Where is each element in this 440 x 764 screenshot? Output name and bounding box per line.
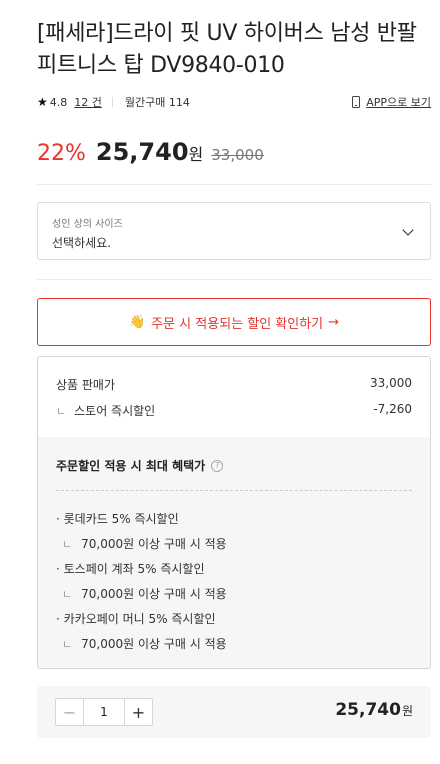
max-benefit-title: 주문할인 적용 시 최대 혜택가 ? bbox=[56, 457, 224, 474]
original-price: 33,000 bbox=[211, 146, 264, 164]
meta-divider bbox=[111, 97, 113, 107]
benefit-item-condition: ㄴ 70,000원 이상 구매 시 적용 bbox=[56, 532, 412, 557]
sale-price-label: 상품 판매가 bbox=[56, 378, 116, 392]
sub-item-corner-icon: ㄴ bbox=[62, 538, 73, 551]
dashed-divider bbox=[56, 490, 412, 491]
size-select[interactable]: 성인 상의 사이즈 선택하세요. bbox=[37, 202, 431, 260]
quantity-value[interactable]: 1 bbox=[84, 699, 124, 725]
star-icon: ★ bbox=[37, 95, 48, 109]
size-select-value: 선택하세요. bbox=[52, 236, 112, 250]
quantity-bar: − 1 + 25,740 원 bbox=[37, 686, 431, 738]
store-discount-row: ㄴ 스토어 즉시할인 -7,260 bbox=[56, 402, 412, 419]
divider bbox=[37, 184, 431, 185]
increase-quantity-button[interactable]: + bbox=[124, 699, 152, 725]
check-discount-button[interactable]: 👋 주문 시 적용되는 할인 확인하기 → bbox=[37, 298, 431, 346]
chevron-down-icon bbox=[402, 224, 414, 236]
sale-price-row: 상품 판매가 33,000 bbox=[56, 376, 412, 393]
total-unit: 원 bbox=[401, 704, 413, 718]
store-discount-value: -7,260 bbox=[373, 402, 412, 416]
store-discount-label: 스토어 즉시할인 bbox=[74, 404, 156, 418]
price-row: 22% 25,740 원 33,000 bbox=[37, 138, 264, 166]
sale-price-value: 33,000 bbox=[370, 376, 412, 390]
price-unit: 원 bbox=[188, 145, 204, 164]
benefit-panel: 상품 판매가 33,000 ㄴ 스토어 즉시할인 -7,260 주문할인 적용 … bbox=[37, 356, 431, 669]
sub-item-corner-icon: ㄴ bbox=[56, 404, 67, 418]
total-amount: 25,740 bbox=[335, 700, 401, 720]
benefit-item-title: · 토스페이 계좌 5% 즉시할인 bbox=[56, 562, 205, 576]
divider bbox=[37, 279, 431, 280]
benefit-item-title: · 롯데카드 5% 즉시할인 bbox=[56, 512, 179, 526]
app-view-link[interactable]: APP으로 보기 bbox=[352, 94, 431, 110]
app-view-label: APP으로 보기 bbox=[366, 96, 431, 109]
rating-value: 4.8 bbox=[49, 95, 68, 109]
hand-icon: 👋 bbox=[128, 314, 146, 330]
sub-item-corner-icon: ㄴ bbox=[62, 588, 73, 601]
benefit-item-title: · 카카오페이 머니 5% 즉시할인 bbox=[56, 612, 216, 626]
help-circle-icon[interactable]: ? bbox=[211, 459, 224, 472]
sub-item-corner-icon: ㄴ bbox=[62, 638, 73, 651]
size-select-label: 성인 상의 사이즈 bbox=[52, 219, 123, 230]
product-title: [패세라]드라이 핏 UV 하이버스 남성 반팔 피트니스 탑 DV9840-0… bbox=[37, 21, 417, 78]
benefit-item-condition: ㄴ 70,000원 이상 구매 시 적용 bbox=[56, 632, 412, 657]
card-benefit-list: · 롯데카드 5% 즉시할인 ㄴ 70,000원 이상 구매 시 적용 · 토스… bbox=[56, 507, 412, 657]
price-breakdown: 상품 판매가 33,000 ㄴ 스토어 즉시할인 -7,260 bbox=[38, 357, 430, 437]
monthly-purchases: 월간구매 114 bbox=[124, 96, 190, 109]
quantity-stepper: − 1 + bbox=[55, 698, 153, 726]
arrow-right-icon: → bbox=[328, 314, 340, 330]
decrease-quantity-button[interactable]: − bbox=[56, 699, 84, 725]
review-count-link[interactable]: 12 건 bbox=[74, 94, 102, 110]
benefit-item-condition: ㄴ 70,000원 이상 구매 시 적용 bbox=[56, 582, 412, 607]
sale-price: 25,740 bbox=[95, 138, 189, 166]
max-benefit-section: 주문할인 적용 시 최대 혜택가 ? · 롯데카드 5% 즉시할인 ㄴ 70,0… bbox=[38, 437, 430, 668]
check-discount-label: 주문 시 적용되는 할인 확인하기 bbox=[151, 316, 324, 332]
total-price: 25,740 원 bbox=[335, 700, 413, 720]
phone-icon bbox=[352, 96, 361, 108]
discount-rate: 22% bbox=[37, 141, 86, 166]
product-meta: ★ 4.8 12 건 월간구매 114 APP으로 보기 bbox=[37, 94, 431, 110]
